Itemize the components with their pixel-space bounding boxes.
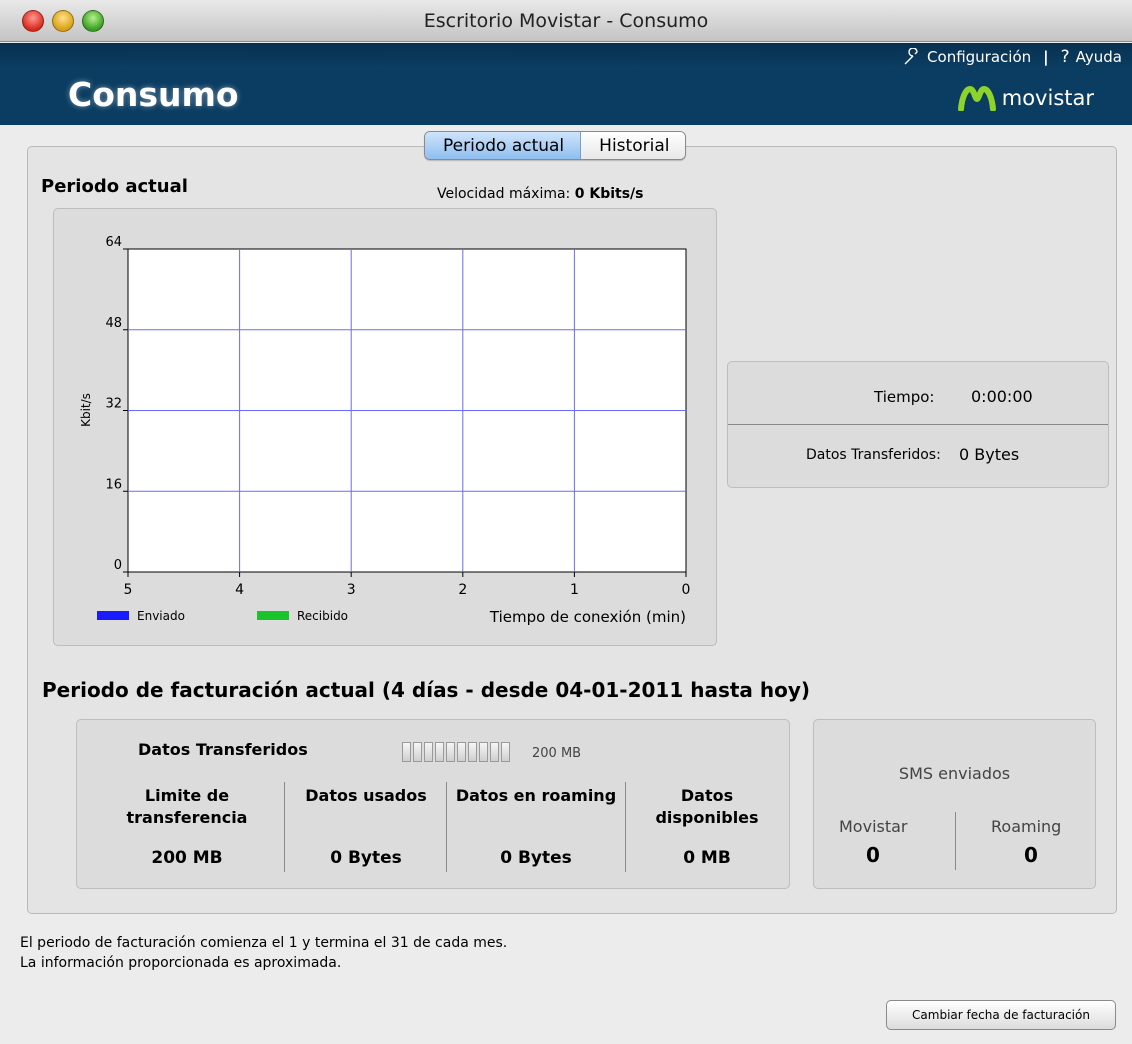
available-value: 0 MB: [683, 848, 731, 868]
x-tick-label: 1: [570, 582, 579, 598]
page-heading: Consumo: [68, 75, 239, 114]
speed-chart: 5 4 3 2 1 0016324864 Kbit/s Tiempo de conexió…: [79, 235, 691, 626]
meter-segment: [446, 742, 455, 762]
roaming-value: 0 Bytes: [500, 848, 572, 868]
brand-name: movistar: [1001, 86, 1094, 110]
sms-title: SMS enviados: [898, 764, 1011, 783]
sms-movistar-label: Movistar: [839, 817, 908, 836]
meter-segment: [457, 742, 466, 762]
x-axis-label: Tiempo de conexión (min): [489, 608, 686, 626]
app-header: Configuración | ? Ayuda Consumo movistar: [0, 43, 1132, 125]
usage-meter: [402, 742, 510, 762]
limit-label: Limite de transferencia: [96, 785, 278, 829]
approximation-note: La información proporcionada es aproxima…: [20, 955, 342, 971]
limit-label-line2: transferencia: [126, 808, 248, 827]
y-tick-label: 16: [105, 477, 122, 492]
x-tick-label: 2: [458, 582, 467, 598]
x-tick-label: 4: [235, 582, 244, 598]
y-tick-label: 64: [105, 235, 122, 250]
window-title: Escritorio Movistar - Consumo: [423, 10, 709, 32]
meter-segment: [424, 742, 433, 762]
billing-note: El periodo de facturación comienza el 1 …: [20, 935, 508, 951]
time-label: Tiempo:: [874, 388, 935, 406]
sms-movistar-value: 0: [866, 843, 880, 867]
y-axis-label: Kbit/s: [79, 393, 93, 427]
sms-roaming-value: 0: [1024, 843, 1038, 867]
movistar-m-icon: [957, 85, 996, 111]
meter-segment: [490, 742, 499, 762]
help-link[interactable]: Ayuda: [1076, 48, 1122, 66]
meter-segment: [479, 742, 488, 762]
meter-segment: [413, 742, 422, 762]
wrench-icon: [904, 48, 918, 65]
limit-label-line1: Limite de: [144, 786, 230, 805]
tab-periodo-actual[interactable]: Periodo actual: [425, 132, 582, 159]
time-value: 0:00:00: [971, 387, 1033, 406]
available-label-line2: disponibles: [655, 808, 759, 827]
column-divider: [625, 782, 626, 872]
x-tick-label: 5: [124, 582, 133, 598]
column-divider: [284, 782, 285, 872]
current-period-title: Periodo actual: [41, 176, 188, 197]
tab-historial[interactable]: Historial: [581, 132, 686, 159]
view-tabs: Periodo actual Historial: [424, 131, 687, 160]
top-links: Configuración | ? Ayuda: [903, 47, 1122, 67]
title-bar: Escritorio Movistar - Consumo: [0, 0, 1132, 42]
meter-segment: [402, 742, 411, 762]
legend-swatch: [257, 611, 289, 620]
y-tick-label: 48: [105, 316, 122, 331]
max-speed: Velocidad máxima: 0 Kbits/s: [437, 186, 644, 202]
billing-period-title: Periodo de facturación actual (4 días - …: [42, 678, 811, 702]
data-transferred-value: 0 Bytes: [959, 445, 1020, 464]
legend-label: Enviado: [137, 609, 185, 623]
limit-value: 200 MB: [151, 848, 223, 868]
max-speed-label: Velocidad máxima:: [437, 186, 571, 202]
sms-roaming-label: Roaming: [991, 817, 1062, 836]
roaming-label: Datos en roaming: [455, 786, 617, 805]
connection-stats: Tiempo: 0:00:00 Datos Transferidos: 0 By…: [727, 361, 1109, 488]
x-tick-label: 0: [682, 582, 691, 598]
chart-legend: Enviado Recibido: [97, 609, 348, 623]
y-tick-label: 0: [114, 558, 122, 573]
legend-swatch: [97, 611, 129, 620]
available-label-line1: Datos: [680, 786, 734, 805]
max-speed-value: 0 Kbits/s: [574, 186, 644, 202]
meter-segment: [435, 742, 444, 762]
used-label: Datos usados: [305, 786, 427, 805]
x-tick-label: 3: [347, 582, 356, 598]
data-transferred-label: Datos Transferidos:: [806, 447, 941, 463]
legend-label: Recibido: [297, 609, 348, 623]
chart-box: 5 4 3 2 1 0 0 16 32 48 64 Kbit/s Tiempo de conexió…: [53, 208, 717, 646]
meter-segment: [501, 742, 510, 762]
brand-logo: movistar: [957, 85, 1094, 111]
used-value: 0 Bytes: [330, 848, 402, 868]
available-label: Datos disponibles: [627, 785, 787, 829]
link-separator: |: [1043, 48, 1049, 66]
usage-meter-caption: 200 MB: [532, 746, 582, 761]
billing-transferred-label: Datos Transferidos: [138, 740, 308, 759]
meter-segment: [468, 742, 477, 762]
help-icon: ?: [1060, 47, 1070, 67]
sms-divider: [955, 812, 956, 870]
y-tick-label: 32: [105, 397, 122, 412]
config-link[interactable]: Configuración: [927, 48, 1031, 66]
change-billing-date-button[interactable]: Cambiar fecha de facturación: [886, 1000, 1116, 1030]
